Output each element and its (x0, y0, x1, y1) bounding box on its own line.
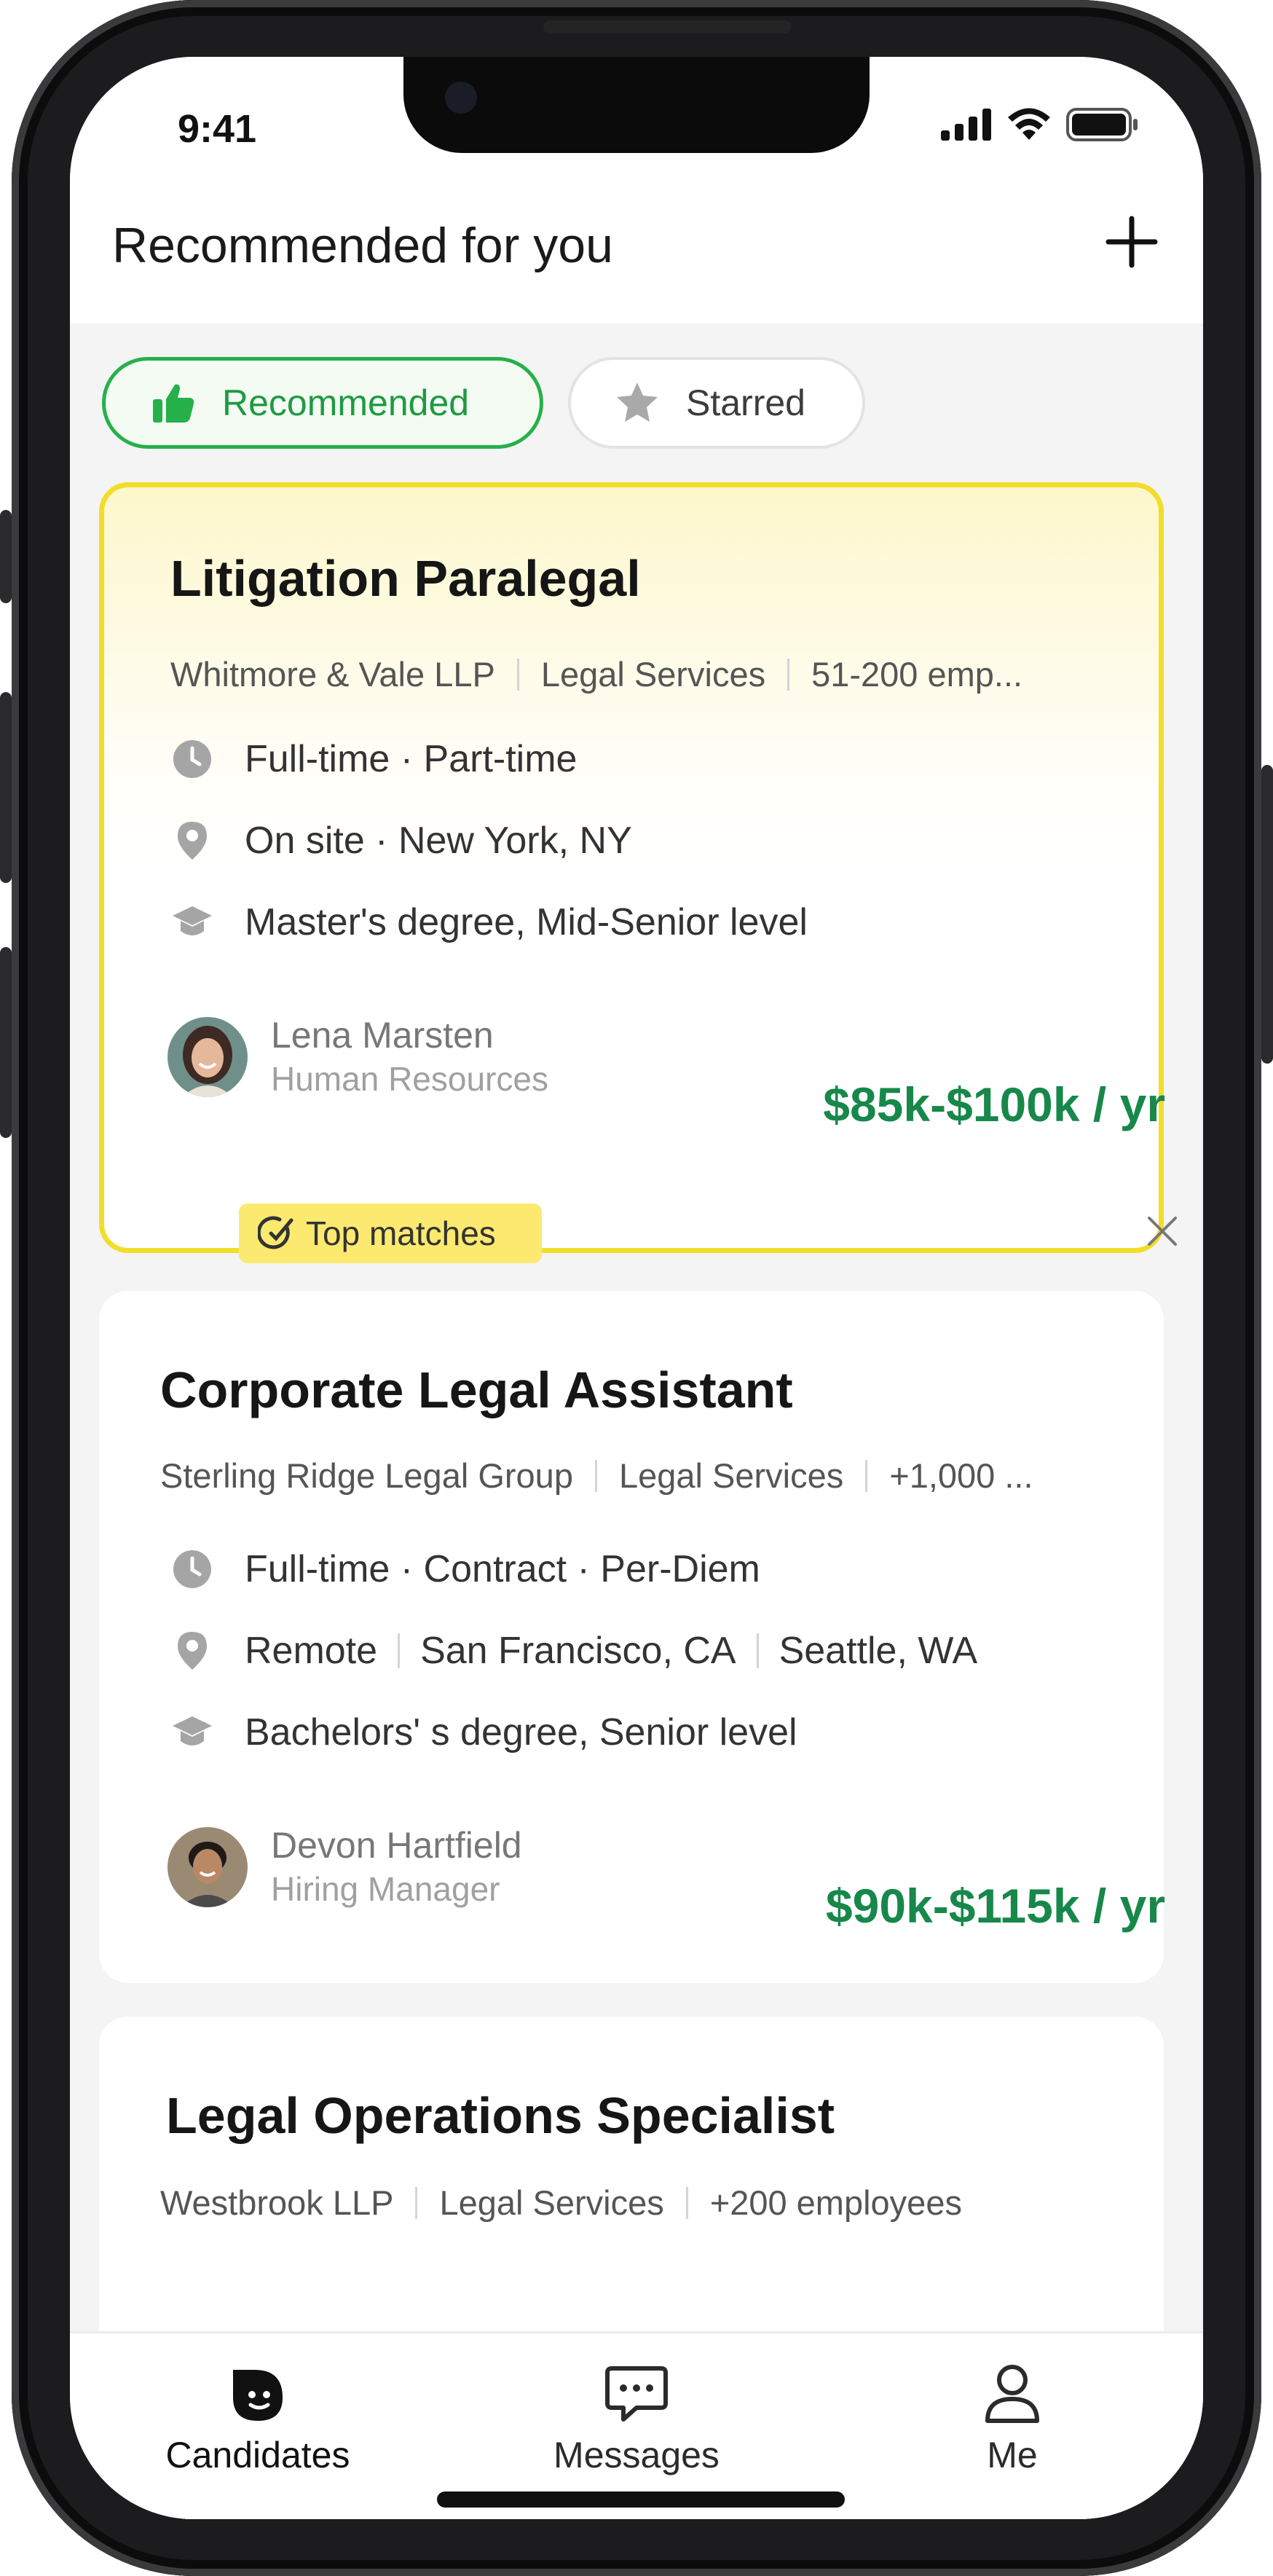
contact-role: Hiring Manager (271, 1870, 500, 1908)
home-indicator[interactable] (437, 2491, 845, 2508)
power-button (1261, 765, 1273, 1064)
plus-icon[interactable] (1103, 213, 1161, 271)
volume-up-button (0, 692, 12, 883)
divider (398, 1633, 401, 1668)
job-location: Remote San Francisco, CA Seattle, WA (172, 1629, 977, 1673)
divider (787, 658, 790, 691)
company-size: +200 employees (709, 2183, 962, 2222)
job-title: Litigation Paralegal (170, 550, 641, 607)
location-pin-icon (178, 822, 207, 860)
location-text: Seattle, WA (779, 1630, 978, 1672)
divider (865, 1459, 868, 1492)
company-size: +1,000 ... (889, 1456, 1033, 1495)
education-text: Bachelors' s degree, Senior level (245, 1711, 797, 1754)
person-icon (985, 2365, 1039, 2423)
location-pin-icon (178, 1632, 207, 1670)
badge-label: Top matches (306, 1214, 496, 1252)
education-text: Master's degree, Mid-Senior level (245, 901, 808, 943)
company-info: Westbrook LLP Legal Services +200 employ… (160, 2183, 962, 2223)
clock-icon (173, 740, 211, 778)
nav-label: Candidates (165, 2435, 350, 2475)
company-info: Whitmore & Vale LLP Legal Services 51-20… (170, 654, 1022, 694)
battery-icon (1066, 108, 1138, 141)
top-matches-badge: Top matches (239, 1203, 542, 1263)
nav-label: Messages (553, 2435, 720, 2475)
salary: $85k-$100k / yr (823, 1077, 1165, 1131)
nav-label: Me (987, 2435, 1038, 2475)
earpiece-speaker (543, 20, 791, 34)
front-camera (445, 82, 477, 114)
filter-chip-starred[interactable]: Starred (568, 357, 865, 449)
contact-name: Devon Hartfield (271, 1825, 522, 1866)
job-schedule: Full-time · Contract · Per-Diem (172, 1547, 760, 1591)
page-title: Recommended for you (112, 218, 613, 273)
location-text: Remote (245, 1630, 378, 1672)
filter-label: Recommended (222, 382, 470, 423)
nav-messages[interactable]: Messages (484, 2358, 789, 2476)
industry: Legal Services (618, 1456, 844, 1495)
star-icon (617, 382, 658, 422)
location-text: San Francisco, CA (420, 1630, 736, 1672)
divider (756, 1633, 759, 1668)
job-education: Bachelors' s degree, Senior level (172, 1711, 797, 1754)
status-time: 9:41 (178, 107, 257, 151)
close-icon[interactable] (1145, 1214, 1180, 1249)
avatar (168, 1827, 248, 1907)
location-text: On site · New York, NY (245, 820, 632, 862)
job-title: Corporate Legal Assistant (160, 1362, 793, 1418)
mute-switch (0, 510, 12, 603)
filter-chip-recommended[interactable]: Recommended (102, 357, 543, 449)
divider (516, 658, 519, 691)
schedule-text: Full-time · Contract · Per-Diem (245, 1548, 760, 1590)
divider (415, 2186, 418, 2219)
job-location: On site · New York, NY (172, 819, 632, 863)
thumbs-up-icon (153, 384, 194, 423)
contact-role: Human Resources (271, 1060, 548, 1098)
status-icons (941, 108, 1139, 141)
chat-icon (605, 2366, 668, 2422)
company-info: Sterling Ridge Legal Group Legal Service… (160, 1456, 1033, 1496)
candidates-icon (233, 2370, 283, 2421)
phone-screen: 9:41 Recommended for you Recommended Sta… (70, 57, 1203, 2519)
company-name: Sterling Ridge Legal Group (160, 1456, 573, 1495)
nav-candidates[interactable]: Candidates (105, 2358, 411, 2476)
schedule-text: Full-time · Part-time (245, 738, 578, 780)
divider (594, 1459, 597, 1492)
industry: Legal Services (540, 655, 766, 694)
graduation-cap-icon (173, 906, 212, 935)
company-name: Whitmore & Vale LLP (170, 655, 495, 694)
nav-me[interactable]: Me (859, 2358, 1165, 2476)
job-education: Master's degree, Mid-Senior level (172, 900, 808, 944)
wifi-icon (1008, 108, 1050, 140)
avatar (168, 1017, 248, 1097)
volume-down-button (0, 947, 12, 1138)
filter-label: Starred (686, 382, 805, 423)
clock-icon (173, 1550, 211, 1588)
cellular-signal-icon (941, 109, 991, 141)
graduation-cap-icon (173, 1716, 212, 1746)
company-name: Westbrook LLP (160, 2183, 394, 2222)
industry: Legal Services (439, 2183, 664, 2222)
salary: $90k-$115k / yr (825, 1879, 1165, 1933)
company-size: 51-200 emp... (811, 655, 1023, 694)
job-title: Legal Operations Specialist (166, 2087, 835, 2144)
divider (685, 2186, 688, 2219)
contact-name: Lena Marsten (271, 1015, 494, 1056)
target-check-icon (258, 1216, 293, 1249)
job-schedule: Full-time · Part-time (172, 737, 577, 781)
